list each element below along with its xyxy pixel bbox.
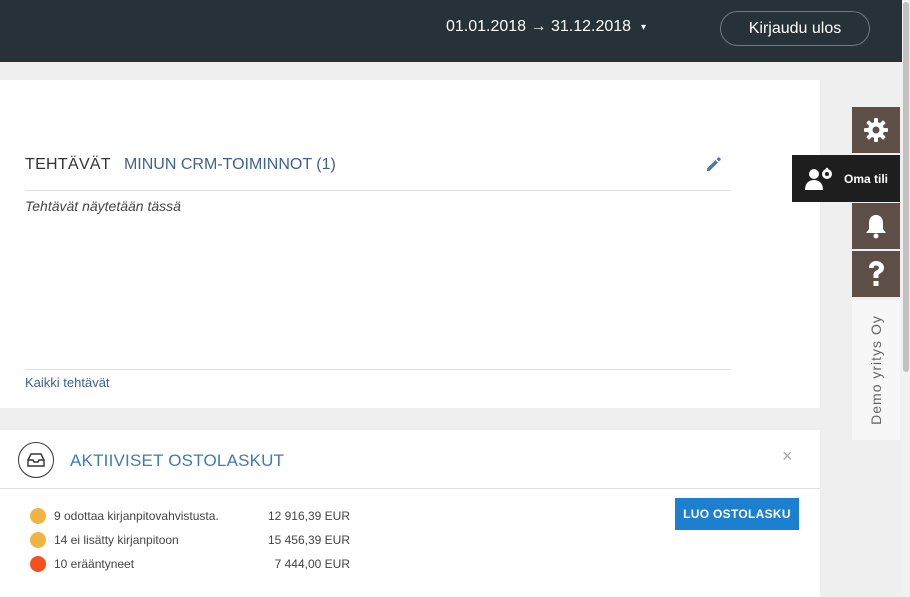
company-name[interactable]: Demo yritys Oy bbox=[868, 315, 884, 425]
status-dot-icon bbox=[30, 556, 46, 572]
status-dot-icon bbox=[30, 532, 46, 548]
question-icon bbox=[869, 261, 884, 286]
tasks-title: TEHTÄVÄT bbox=[25, 156, 111, 173]
pencil-icon[interactable] bbox=[704, 154, 724, 174]
status-dot-icon bbox=[30, 508, 46, 524]
invoice-status-label: 10 erääntyneet bbox=[54, 557, 135, 571]
users-cog-icon bbox=[805, 167, 832, 190]
top-bar: 01.01.2018 → 31.12.2018 ▾ Kirjaudu ulos bbox=[0, 0, 902, 62]
divider bbox=[0, 488, 820, 489]
invoice-status-row: 14 ei lisätty kirjanpitoon 15 456,39 EUR bbox=[30, 532, 350, 548]
scrollbar-thumb[interactable] bbox=[903, 2, 909, 372]
purchase-invoices-title: AKTIIVISET OSTOLASKUT bbox=[70, 451, 285, 470]
date-range-label: 01.01.2018 → 31.12.2018 bbox=[446, 18, 632, 35]
scrollbar[interactable] bbox=[902, 0, 910, 597]
all-tasks-link[interactable]: Kaikki tehtävät bbox=[25, 375, 110, 390]
bell-icon bbox=[866, 215, 886, 239]
tasks-header: TEHTÄVÄT MINUN CRM-TOIMINNOT (1) bbox=[25, 156, 336, 174]
help-tab[interactable] bbox=[852, 251, 900, 297]
logout-button[interactable]: Kirjaudu ulos bbox=[720, 11, 870, 46]
settings-tab[interactable] bbox=[852, 107, 900, 153]
purchase-invoices-card: AKTIIVISET OSTOLASKUT × 9 odottaa kirjan… bbox=[0, 430, 820, 597]
account-tab-label: Oma tili bbox=[844, 171, 889, 186]
notifications-tab[interactable] bbox=[852, 203, 900, 249]
divider bbox=[25, 190, 730, 191]
divider bbox=[25, 369, 730, 370]
invoice-status-row: 9 odottaa kirjanpitovahvistusta. 12 916,… bbox=[30, 508, 350, 524]
invoice-status-label: 14 ei lisätty kirjanpitoon bbox=[54, 533, 179, 547]
tasks-empty-message: Tehtävät näytetään tässä bbox=[25, 198, 181, 214]
create-purchase-invoice-button[interactable]: LUO OSTOLASKU bbox=[675, 498, 799, 530]
tab-my-crm-actions[interactable]: MINUN CRM-TOIMINNOT (1) bbox=[124, 156, 336, 174]
invoice-status-amount: 7 444,00 EUR bbox=[274, 557, 350, 571]
invoice-status-amount: 15 456,39 EUR bbox=[267, 533, 350, 547]
date-range-selector[interactable]: 01.01.2018 → 31.12.2018 ▾ bbox=[446, 18, 646, 36]
invoice-status-label: 9 odottaa kirjanpitovahvistusta. bbox=[54, 509, 219, 523]
invoice-status-amount: 12 916,39 EUR bbox=[267, 509, 350, 523]
gear-icon bbox=[864, 118, 888, 142]
tasks-card: TEHTÄVÄT MINUN CRM-TOIMINNOT (1) Tehtävä… bbox=[0, 80, 820, 408]
account-tab[interactable]: Oma tili bbox=[792, 155, 900, 202]
close-icon[interactable]: × bbox=[782, 446, 793, 467]
invoice-status-row: 10 erääntyneet 7 444,00 EUR bbox=[30, 556, 350, 572]
inbox-icon bbox=[18, 442, 54, 478]
chevron-down-icon: ▾ bbox=[641, 21, 647, 33]
